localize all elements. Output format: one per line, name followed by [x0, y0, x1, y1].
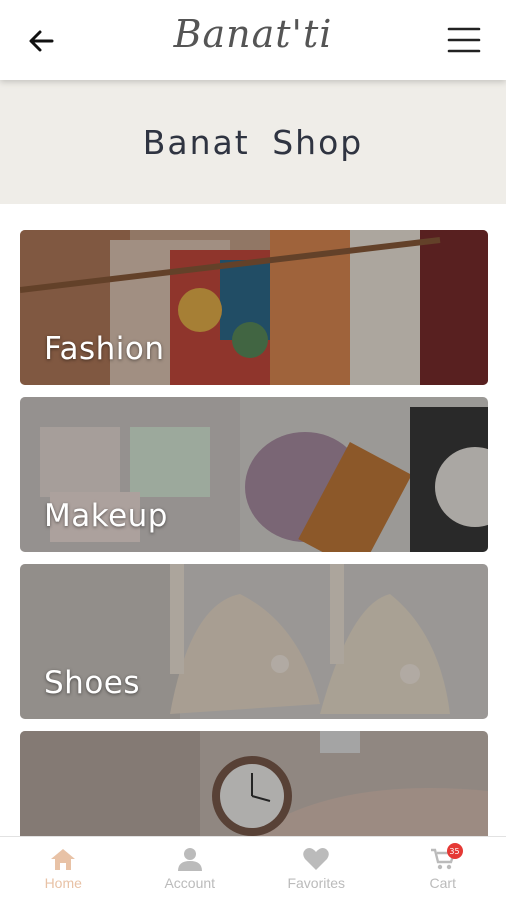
nav-home-label: Home	[44, 875, 82, 891]
cart-count-badge: 35	[446, 843, 463, 859]
hamburger-menu-icon	[447, 27, 481, 53]
nav-cart[interactable]: 35 Cart	[380, 837, 506, 900]
user-icon	[177, 848, 202, 871]
category-label: Fashion	[44, 331, 165, 367]
category-label: Makeup	[44, 498, 168, 534]
heart-icon	[303, 848, 330, 870]
category-list: Fashion Makeup Shoes	[20, 230, 488, 898]
brand-logo: Banat'ti	[173, 12, 333, 56]
shop-banner: Banat Shop	[0, 80, 506, 204]
nav-favorites[interactable]: Favorites	[253, 837, 380, 900]
nav-favorites-label: Favorites	[287, 875, 346, 891]
category-card-fashion[interactable]: Fashion	[20, 230, 488, 385]
home-icon	[51, 849, 76, 870]
menu-button[interactable]	[444, 20, 484, 60]
category-card-makeup[interactable]: Makeup	[20, 397, 488, 552]
nav-home[interactable]: Home	[0, 837, 127, 900]
category-card-shoes[interactable]: Shoes	[20, 564, 488, 719]
app-header: Banat'ti	[0, 0, 506, 80]
nav-account-label: Account	[164, 875, 216, 891]
category-label: Shoes	[44, 665, 141, 701]
nav-cart-label: Cart	[429, 875, 456, 891]
nav-account[interactable]: Account	[127, 837, 254, 900]
bottom-navigation: Home Account Favorites 35 Cart	[0, 836, 506, 900]
page-title: Banat Shop	[142, 122, 364, 162]
